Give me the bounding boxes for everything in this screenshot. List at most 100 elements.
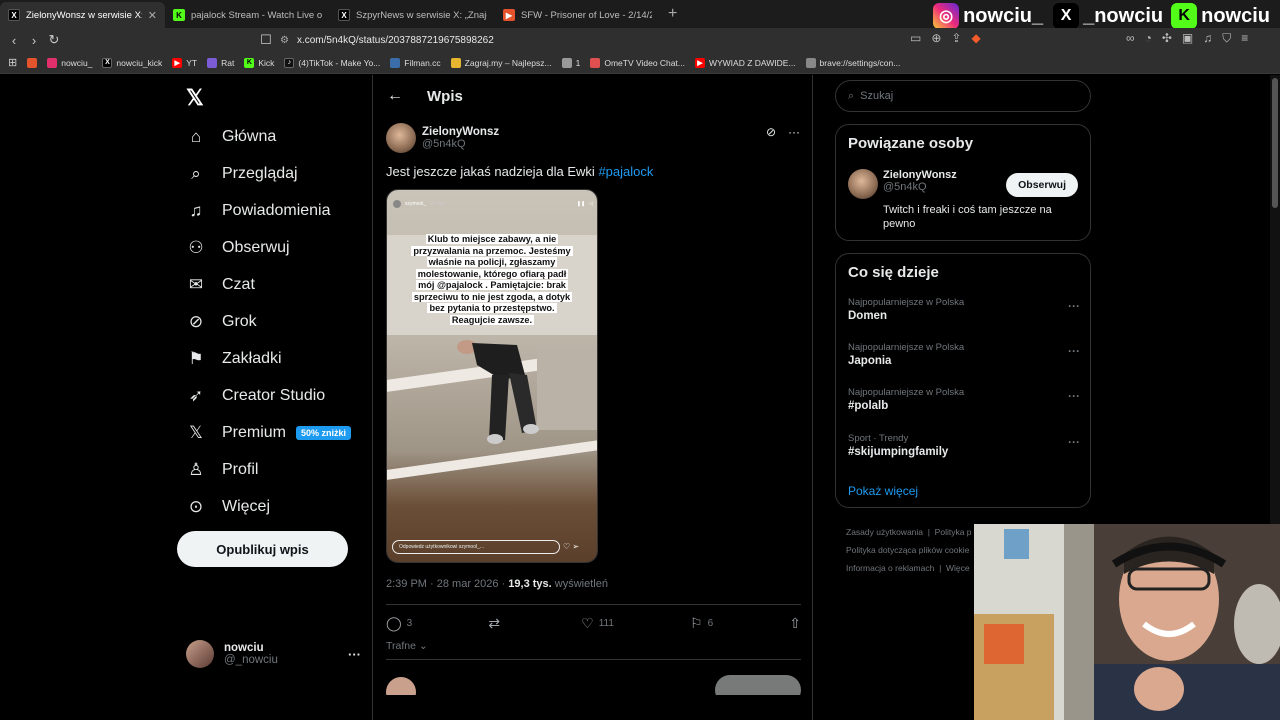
bookmark-item[interactable]: ▶ WYWIAD Z DAWIDE... — [694, 57, 796, 68]
repost-button[interactable]: ⇄ — [488, 615, 505, 632]
scrollbar-thumb[interactable] — [1272, 78, 1278, 208]
more-dots-icon[interactable]: ··· — [1068, 299, 1080, 313]
more-dots-icon[interactable]: ··· — [348, 647, 361, 662]
bookmark-item[interactable]: 1 — [561, 57, 580, 68]
sidebar-item-explore[interactable]: ⌕ Przeglądaj — [186, 164, 297, 184]
footer-link[interactable]: Zasady użytkowania — [846, 527, 923, 537]
back-icon[interactable]: ‹ — [4, 33, 24, 48]
bookmark-item[interactable]: Xnowciu_kick — [102, 57, 162, 68]
bookmark-count: 6 — [707, 618, 714, 629]
reply-button[interactable]: ◯ 3 — [386, 615, 412, 632]
reply-composer[interactable] — [386, 675, 801, 695]
share-button[interactable]: ⇧ — [789, 615, 801, 632]
more-dots-icon[interactable]: ··· — [1068, 389, 1080, 403]
sidebar-item-notifications[interactable]: ♫ Powiadomienia — [186, 201, 331, 221]
kick-handle: nowciu — [1201, 4, 1270, 27]
more-dots-icon[interactable]: ··· — [1068, 344, 1080, 358]
sidebar-item-more[interactable]: ⊙ Więcej — [186, 497, 270, 517]
sidebar-toggle-icon[interactable]: ▣ — [1182, 31, 1193, 46]
trend-item[interactable]: Najpopularniejsze w Polska Domen ··· — [848, 297, 1080, 322]
new-tab-button[interactable]: + — [660, 5, 685, 23]
author-avatar[interactable] — [386, 123, 416, 153]
trend-item[interactable]: Sport · Trendy #skijumpingfamily ··· — [848, 433, 1080, 458]
search-input[interactable]: ⌕ Szukaj — [835, 80, 1091, 112]
bookmark-item[interactable]: Filman.cc — [390, 57, 441, 68]
post-button[interactable]: Opublikuj wpis — [177, 531, 348, 567]
trends-card: Co się dzieje Najpopularniejsze w Polska… — [835, 253, 1091, 508]
related-name[interactable]: ZielonyWonsz — [883, 169, 957, 181]
music-icon[interactable]: ♫ — [1203, 31, 1212, 46]
toolbar-actions: ∞ ◔ ✣ ▣ ♫ ⛉ ≡ — [1126, 31, 1248, 46]
tab-zielonywonsz[interactable]: X ZielonyWonsz w serwisie X: „Jest ✕ — [0, 2, 165, 28]
back-arrow-icon[interactable]: ← — [387, 87, 403, 105]
bookmark-item[interactable]: K Kick — [244, 57, 274, 68]
forward-icon[interactable]: › — [24, 33, 44, 48]
post-media[interactable]: szymool_ 24 min ❚❚ ◁ Klub to miejsce zab… — [386, 189, 598, 563]
zoom-icon[interactable]: ⊕ — [931, 31, 941, 45]
show-more-link[interactable]: Pokaż więcej — [848, 484, 918, 498]
reply-submit-button[interactable] — [715, 675, 801, 695]
bookmark-label: Zagraj.my – Najlepsz... — [464, 57, 552, 68]
trend-item[interactable]: Najpopularniejsze w Polska #polalb ··· — [848, 387, 1080, 412]
tab-pajalock-kick[interactable]: K pajalock Stream - Watch Live on Kick — [165, 2, 330, 28]
sidebar-item-follow[interactable]: ⚇ Obserwuj — [186, 238, 289, 258]
grok-icon[interactable]: ⊘ — [766, 125, 776, 139]
more-dots-icon[interactable]: ··· — [788, 125, 800, 139]
footer-link[interactable]: Polityka dotycząca plików cookie — [846, 545, 969, 555]
bookmark-item[interactable]: brave://settings/con... — [805, 57, 900, 68]
author-handle[interactable]: @5n4kQ — [422, 138, 499, 150]
bookmark-item[interactable]: nowciu_ — [47, 57, 92, 68]
speech-icon[interactable]: ◔ — [1145, 31, 1152, 46]
wallet-icon[interactable]: ⛉ — [1222, 31, 1231, 46]
like-button[interactable]: ♡ 111 — [581, 615, 614, 632]
cast-icon[interactable]: ▭ — [910, 31, 921, 45]
mute-icon: ◁ — [589, 201, 593, 207]
related-handle[interactable]: @5n4kQ — [883, 181, 957, 193]
home-icon: ⌂ — [190, 127, 202, 146]
extensions-icon[interactable]: ✣ — [1162, 31, 1172, 46]
close-icon[interactable]: ✕ — [148, 9, 157, 22]
tab-label: pajalock Stream - Watch Live on Kick — [191, 9, 322, 21]
follow-button[interactable]: Obserwuj — [1006, 173, 1078, 197]
bookmark-page-icon[interactable]: ☐ — [256, 32, 276, 48]
bookmark-item[interactable]: Rat — [207, 57, 234, 68]
post-author[interactable]: ZielonyWonsz @5n4kQ — [386, 123, 499, 153]
footer-link[interactable]: Polityka p — [935, 527, 972, 537]
author-name[interactable]: ZielonyWonsz — [422, 126, 499, 138]
address-bar[interactable]: ⚙ x.com/5n4kQ/status/2037887219675898262 — [280, 30, 1000, 50]
tab-sfw-video[interactable]: ▶ SFW - Prisoner of Love - 2/14/20 — [495, 2, 660, 28]
share-icon[interactable]: ⇪ — [951, 31, 961, 45]
sidebar-item-home[interactable]: ⌂ Główna — [186, 127, 276, 147]
tab-szpyrnews[interactable]: X SzpyrNews w serwisie X: „Znajomy Pa — [330, 2, 495, 28]
avatar[interactable] — [848, 169, 878, 199]
shelf-shape — [387, 440, 597, 480]
sidebar-item-grok[interactable]: ⊘ Grok — [186, 312, 257, 332]
sidebar-item-chat[interactable]: ✉ Czat — [186, 275, 255, 295]
vpn-icon[interactable]: ∞ — [1126, 31, 1135, 46]
footer-link[interactable]: Informacja o reklamach — [846, 563, 934, 573]
bookmark-item[interactable]: Zagraj.my – Najlepsz... — [450, 57, 552, 68]
bookmark-item[interactable]: ▶ YT — [172, 57, 197, 68]
bookmark-item[interactable] — [27, 57, 38, 68]
bookmark-item[interactable]: OmeTV Video Chat... — [590, 57, 685, 68]
related-user[interactable]: ZielonyWonsz @5n4kQ — [848, 169, 957, 199]
sidebar-item-profile[interactable]: ♙ Profil — [186, 460, 258, 480]
bookmark-item[interactable]: ♪ (4)TikTok - Make Yo... — [284, 57, 380, 68]
account-switcher[interactable]: nowciu @_nowciu ··· — [186, 640, 361, 668]
trend-item[interactable]: Najpopularniejsze w Polska Japonia ··· — [848, 342, 1080, 367]
brave-shield-icon[interactable]: ◆ — [971, 31, 980, 45]
more-dots-icon[interactable]: ··· — [1068, 435, 1080, 449]
sidebar-item-bookmarks[interactable]: ⚑ Zakładki — [186, 349, 281, 369]
reply-sort-dropdown[interactable]: Trafne ⌄ — [386, 640, 428, 652]
sidebar-item-creator-studio[interactable]: ➶ Creator Studio — [186, 386, 325, 406]
reload-icon[interactable]: ↻ — [44, 32, 64, 48]
apps-icon[interactable]: ⊞ — [8, 56, 17, 69]
bookmark-button[interactable]: ⚐ 6 — [690, 615, 713, 632]
footer-link[interactable]: Więce — [946, 563, 970, 573]
hashtag-link[interactable]: #pajalock — [598, 164, 653, 179]
site-info-icon[interactable]: ⚙ — [280, 35, 289, 46]
x-logo-icon[interactable]: 𝕏 — [186, 85, 204, 111]
sidebar-item-premium[interactable]: 𝕏 Premium 50% zniżki — [186, 423, 352, 443]
post-timestamp[interactable]: 2:39 PM · 28 mar 2026 · — [386, 578, 508, 590]
menu-icon[interactable]: ≡ — [1241, 31, 1248, 46]
